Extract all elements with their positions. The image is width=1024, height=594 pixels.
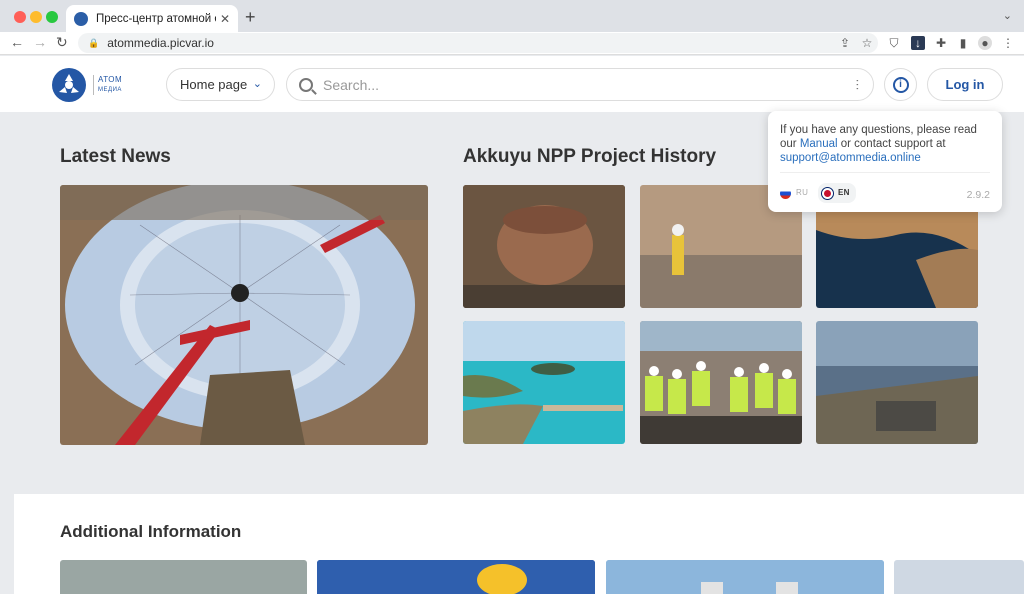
browser-tab[interactable]: Пресс-центр атомной отрасли ✕ <box>66 5 238 32</box>
language-ru-option[interactable]: RU <box>780 186 808 200</box>
share-icon[interactable]: ⇪ <box>838 36 852 50</box>
cooling-towers-image <box>606 560 884 594</box>
additional-info-section: Additional Information <box>14 494 1024 594</box>
worker-helmet-image <box>317 560 595 594</box>
app-version: 2.9.2 <box>966 189 990 201</box>
address-bar[interactable]: 🔒 atommedia.picvar.io <box>78 33 878 53</box>
project-history-heading: Akkuyu NPP Project History <box>463 146 717 167</box>
additional-info-heading: Additional Information <box>60 522 242 541</box>
additional-card-3[interactable] <box>606 560 884 594</box>
history-photo-1[interactable] <box>463 185 625 308</box>
new-tab-icon[interactable]: + <box>245 7 256 28</box>
minimize-window-button[interactable] <box>30 11 42 23</box>
reactor-construction-image <box>463 185 625 308</box>
forward-arrow-icon[interactable]: → <box>33 34 47 50</box>
info-icon: i <box>892 76 909 93</box>
plant-aerial-image <box>816 321 978 444</box>
workers-group-image <box>640 321 802 444</box>
language-en-label: EN <box>838 188 850 197</box>
history-photo-4[interactable] <box>463 321 625 444</box>
login-button[interactable]: Log in <box>927 68 1003 101</box>
lock-icon: 🔒 <box>88 37 100 48</box>
filter-sliders-icon[interactable]: ⫶ <box>856 77 860 94</box>
url-text: atommedia.picvar.io <box>107 36 214 50</box>
shield-extension-icon[interactable]: ⛉ <box>887 36 901 50</box>
language-ru-label: RU <box>796 188 809 197</box>
tab-title: Пресс-центр атомной отрасли <box>96 12 216 25</box>
atom-logo-symbol <box>59 74 79 93</box>
reload-icon[interactable]: ↻ <box>56 34 68 51</box>
turquoise-bay-image <box>463 321 625 444</box>
manual-link[interactable]: Manual <box>800 138 838 150</box>
history-photo-6[interactable] <box>816 321 978 444</box>
logo-line2: МЕДИА <box>98 87 122 93</box>
russia-flag-icon <box>780 187 791 199</box>
support-email-link[interactable]: support@atommedia.online <box>780 152 921 164</box>
browser-toolbar: ← → ↻ 🔒 atommedia.picvar.io ⇪ ☆ ⛉ ↓ ✚ ▮ … <box>0 32 1024 55</box>
home-page-select[interactable]: Home page ⌄ <box>166 68 275 101</box>
profile-avatar-icon[interactable]: ● <box>978 36 992 50</box>
chevron-down-icon: ⌄ <box>252 78 262 90</box>
atom-logo-icon[interactable] <box>52 68 86 102</box>
uk-flag-icon <box>822 187 833 199</box>
language-en-option[interactable]: EN <box>818 183 856 203</box>
additional-card-1[interactable] <box>60 560 307 594</box>
home-page-select-label: Home page <box>180 77 248 92</box>
search-placeholder: Search... <box>323 76 380 93</box>
browser-menu-icon[interactable]: ⋮ <box>1001 36 1015 50</box>
site-favicon-icon <box>74 11 88 26</box>
popover-divider <box>780 172 990 173</box>
puzzle-extensions-icon[interactable]: ✚ <box>934 36 948 50</box>
side-panel-icon[interactable]: ▮ <box>956 36 970 50</box>
latest-news-heading: Latest News <box>60 146 171 167</box>
download-extension-icon[interactable]: ↓ <box>911 36 925 50</box>
back-arrow-icon[interactable]: ← <box>10 34 24 50</box>
browser-tab-bar: Пресс-центр атомной отрасли ✕ + ⌄ <box>0 0 1024 32</box>
search-input[interactable]: Search... ⫶ <box>286 68 874 101</box>
history-photo-5[interactable] <box>640 321 802 444</box>
info-popover: If you have any questions, please read o… <box>768 111 1002 212</box>
bookmark-star-icon[interactable]: ☆ <box>860 36 874 50</box>
additional-card-2[interactable] <box>317 560 595 594</box>
logo-wordmark: АТОМ МЕДИА <box>93 75 122 95</box>
search-icon <box>299 77 313 92</box>
popover-text-middle: or contact support at <box>837 138 946 150</box>
maximize-window-button[interactable] <box>46 11 58 23</box>
latest-news-photo[interactable] <box>60 185 428 445</box>
additional-card-4[interactable] <box>894 560 1024 594</box>
close-window-button[interactable] <box>14 11 26 23</box>
info-button[interactable]: i <box>884 68 917 101</box>
site-header: АТОМ МЕДИА Home page ⌄ Search... ⫶ i Log… <box>0 56 1024 112</box>
tab-search-chevron-icon[interactable]: ⌄ <box>1003 9 1012 22</box>
logo-line1: АТОМ <box>98 75 123 84</box>
popover-message: If you have any questions, please read o… <box>780 123 990 165</box>
close-tab-icon[interactable]: ✕ <box>220 12 230 26</box>
reactor-dome-image <box>60 185 428 445</box>
